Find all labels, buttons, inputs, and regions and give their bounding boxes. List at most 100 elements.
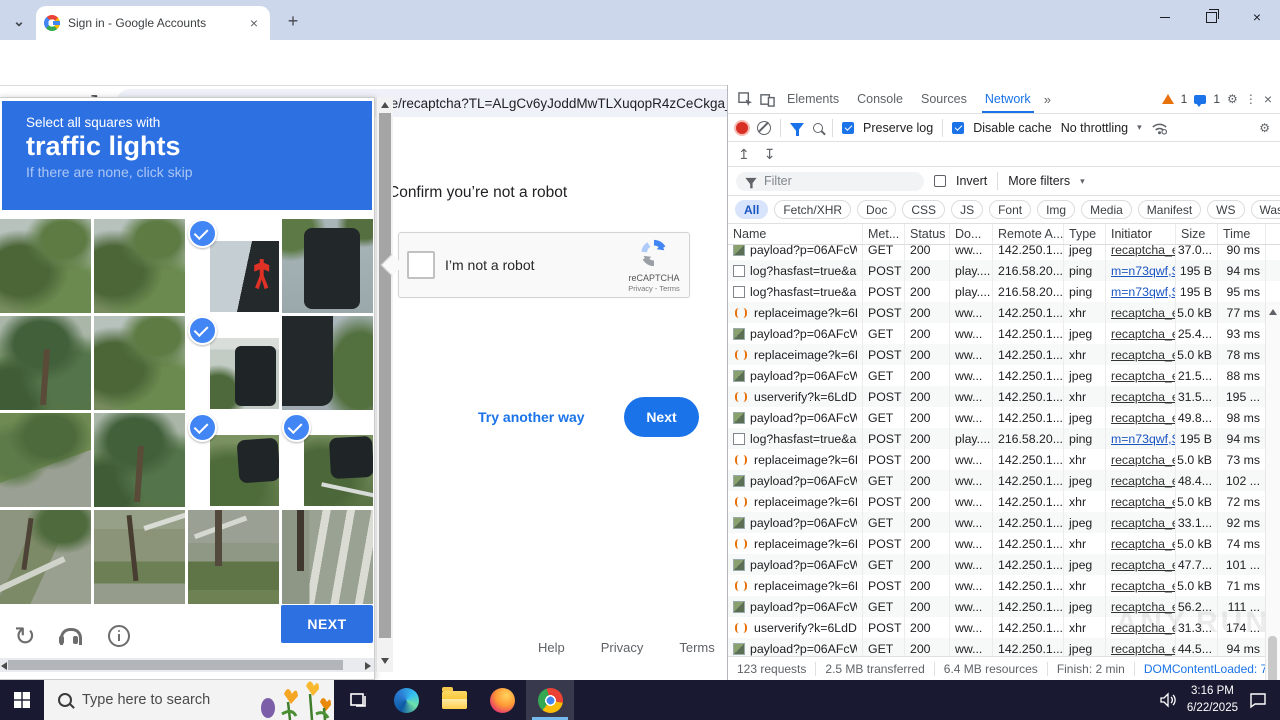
initiator-link[interactable]: recaptcha_e: [1106, 596, 1176, 617]
captcha-tile[interactable]: [0, 510, 91, 604]
captcha-tile[interactable]: [282, 413, 373, 507]
captcha-tile[interactable]: [188, 316, 279, 410]
import-har-icon[interactable]: ↥: [738, 146, 750, 163]
table-row[interactable]: log?hasfast=true&a... POST 200 play.... 216.…: [728, 281, 1280, 302]
network-settings-icon[interactable]: ⚙: [1259, 121, 1280, 135]
initiator-link[interactable]: m=n73qwf,S: [1106, 260, 1176, 281]
device-toolbar-icon[interactable]: [756, 92, 778, 107]
table-row[interactable]: payload?p=06AFcW...GET200ww...142.250.1.…: [728, 365, 1280, 386]
taskbar-search-input[interactable]: Type here to search: [44, 680, 334, 720]
column-size[interactable]: Size: [1176, 224, 1218, 244]
more-tabs-icon[interactable]: »: [1040, 92, 1055, 107]
preserve-log-label[interactable]: Preserve log: [863, 121, 933, 135]
chip-doc[interactable]: Doc: [857, 200, 897, 219]
chip-fetch-xhr[interactable]: Fetch/XHR: [774, 200, 852, 219]
chip-ws[interactable]: WS: [1207, 200, 1245, 219]
table-row[interactable]: replaceimage?k=6L...POST200ww...142.250.…: [728, 302, 1280, 323]
table-row[interactable]: payload?p=06AFcW...GET200ww...142.250.1.…: [728, 554, 1280, 575]
file-explorer-taskbar-icon[interactable]: [430, 680, 478, 720]
browser-tab[interactable]: Sign in - Google Accounts ×: [36, 6, 270, 40]
initiator-link[interactable]: recaptcha_e: [1106, 365, 1176, 386]
table-scroll-thumb[interactable]: [1268, 636, 1277, 680]
vertical-scroll-thumb[interactable]: [379, 113, 391, 638]
search-network-icon[interactable]: [813, 122, 823, 133]
invert-checkbox[interactable]: [934, 175, 946, 187]
devtools-settings-icon[interactable]: ⚙: [1227, 92, 1238, 106]
throttling-select[interactable]: No throttling: [1061, 121, 1128, 135]
table-row[interactable]: payload?p=06AFcW...GET200ww...142.250.1.…: [728, 245, 1280, 260]
column-domain[interactable]: Do...: [950, 224, 993, 244]
taskbar-clock[interactable]: 3:16 PM 6/22/2025: [1177, 683, 1248, 716]
start-button[interactable]: [0, 680, 44, 720]
initiator-link[interactable]: recaptcha_e: [1106, 575, 1176, 596]
horizontal-scroll-thumb[interactable]: [8, 660, 343, 670]
more-filters-button[interactable]: More filters: [1008, 174, 1070, 188]
disable-cache-label[interactable]: Disable cache: [973, 121, 1052, 135]
tab-elements[interactable]: Elements: [778, 85, 848, 113]
captcha-tile[interactable]: [94, 413, 185, 507]
initiator-link[interactable]: recaptcha_e: [1106, 449, 1176, 470]
chip-wasm[interactable]: Wasm: [1250, 200, 1280, 219]
column-type[interactable]: Type: [1064, 224, 1106, 244]
close-window-button[interactable]: ×: [1234, 0, 1280, 34]
chip-js[interactable]: JS: [951, 200, 984, 219]
captcha-refresh-icon[interactable]: ↻: [14, 623, 36, 649]
chip-manifest[interactable]: Manifest: [1137, 200, 1202, 219]
edge-taskbar-icon[interactable]: [382, 680, 430, 720]
table-row[interactable]: replaceimage?k=6L...POST200ww...142.250.…: [728, 449, 1280, 470]
table-row[interactable]: payload?p=06AFcW...GET200ww...142.250.1.…: [728, 407, 1280, 428]
table-row[interactable]: payload?p=06AFcW...GET200ww...142.250.1.…: [728, 596, 1280, 617]
network-conditions-icon[interactable]: [1151, 121, 1168, 135]
captcha-tile[interactable]: [94, 316, 185, 410]
tab-console[interactable]: Console: [848, 85, 912, 113]
captcha-info-icon[interactable]: [107, 624, 130, 647]
recaptcha-privacy-terms[interactable]: Privacy - Terms: [625, 284, 683, 293]
initiator-link[interactable]: recaptcha_e: [1106, 491, 1176, 512]
network-table-scrollbar[interactable]: [1265, 305, 1280, 680]
column-time[interactable]: Time: [1218, 224, 1266, 244]
minimize-button[interactable]: [1142, 0, 1188, 34]
devtools-close-icon[interactable]: ×: [1264, 91, 1272, 107]
initiator-link[interactable]: recaptcha_e: [1106, 302, 1176, 323]
devtools-menu-icon[interactable]: ⋮: [1245, 92, 1257, 106]
more-filters-caret-icon[interactable]: ▾: [1080, 176, 1085, 187]
captcha-tile[interactable]: [188, 413, 279, 507]
filter-input[interactable]: Filter: [736, 171, 924, 191]
table-row[interactable]: payload?p=06AFcW...GET200ww...142.250.1.…: [728, 470, 1280, 491]
disable-cache-checkbox[interactable]: [952, 121, 965, 134]
search-highlight-flowers-image[interactable]: [254, 680, 334, 720]
chip-css[interactable]: CSS: [902, 200, 946, 219]
table-row[interactable]: payload?p=06AFcW...GET200ww...142.250.1.…: [728, 512, 1280, 533]
initiator-link[interactable]: recaptcha_e: [1106, 512, 1176, 533]
captcha-tile[interactable]: [188, 510, 279, 604]
scroll-right-arrow-icon[interactable]: [365, 662, 371, 670]
help-link[interactable]: Help: [538, 640, 565, 655]
captcha-tile[interactable]: [188, 219, 279, 313]
task-view-button[interactable]: [334, 680, 382, 720]
captcha-tile[interactable]: [282, 219, 373, 313]
captcha-tile[interactable]: [94, 219, 185, 313]
table-row[interactable]: log?hasfast=true&a... POST 200 play.... 216.…: [728, 428, 1280, 449]
export-har-icon[interactable]: ↧: [764, 146, 776, 163]
initiator-link[interactable]: m=n73qwf,S: [1106, 428, 1176, 449]
firefox-taskbar-icon[interactable]: [478, 680, 526, 720]
table-row[interactable]: userverify?k=6LdD2...POST200ww...142.250…: [728, 386, 1280, 407]
table-row[interactable]: replaceimage?k=6L...POST200ww...142.250.…: [728, 575, 1280, 596]
table-row[interactable]: log?hasfast=true&a... POST 200 play.... 216.…: [728, 260, 1280, 281]
initiator-link[interactable]: recaptcha_e: [1106, 386, 1176, 407]
initiator-link[interactable]: m=n73qwf,S: [1106, 281, 1176, 302]
captcha-vertical-scrollbar[interactable]: [376, 97, 393, 672]
table-row[interactable]: replaceimage?k=6L...POST200ww...142.250.…: [728, 491, 1280, 512]
table-header-row[interactable]: Name Met... Status Do... Remote A... Typ…: [728, 224, 1280, 245]
throttling-caret-icon[interactable]: ▾: [1137, 122, 1142, 133]
column-name[interactable]: Name: [728, 224, 863, 244]
next-button[interactable]: Next: [624, 397, 699, 437]
tab-close-icon[interactable]: ×: [246, 15, 262, 31]
captcha-tile[interactable]: [94, 510, 185, 604]
record-network-log-icon[interactable]: [736, 121, 748, 134]
preserve-log-checkbox[interactable]: [842, 121, 854, 134]
captcha-next-button[interactable]: NEXT: [281, 605, 373, 643]
captcha-tile[interactable]: [0, 219, 91, 313]
initiator-link[interactable]: recaptcha_e: [1106, 617, 1176, 638]
column-status[interactable]: Status: [905, 224, 950, 244]
